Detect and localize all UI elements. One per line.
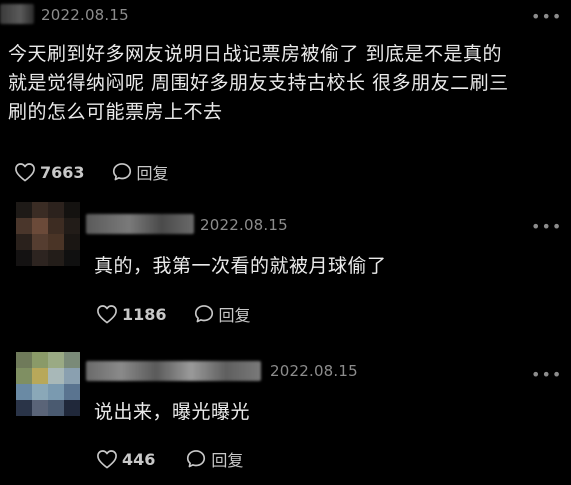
reply-label: 回复 (136, 164, 169, 183)
heart-icon (14, 162, 36, 182)
comment-text: 今天刷到好多网友说明日战记票房被偷了 到底是不是真的 就是觉得纳闷呢 周围好多朋… (8, 40, 568, 127)
reply-button[interactable]: 回复 (111, 160, 169, 184)
comment-date: 2022.08.15 (41, 6, 129, 24)
username-blurred[interactable] (0, 4, 34, 24)
heart-icon (96, 449, 118, 469)
reply-label: 回复 (211, 451, 244, 470)
like-count: 7663 (40, 162, 85, 182)
more-dots-icon[interactable]: ••• (531, 367, 562, 383)
comment-line: 就是觉得纳闷呢 周围好多朋友支持古校长 很多朋友二刷三 (8, 72, 509, 94)
username-blurred[interactable] (86, 361, 261, 381)
reply-actions: 1186 回复 (96, 302, 251, 326)
comment-line: 今天刷到好多网友说明日战记票房被偷了 到底是不是真的 (8, 43, 503, 65)
more-dots-icon[interactable]: ••• (531, 219, 562, 235)
comment-bubble-icon (193, 303, 215, 325)
comment-actions: 7663 回复 (14, 160, 169, 184)
reply-label: 回复 (218, 306, 251, 325)
comment-bubble-icon (185, 448, 207, 470)
reply-actions: 446 回复 (96, 447, 243, 471)
reply-text: 真的，我第一次看的就被月球偷了 (94, 255, 387, 277)
reply-button[interactable]: 回复 (185, 447, 243, 471)
avatar[interactable] (16, 352, 80, 416)
reply-text: 说出来，曝光曝光 (94, 401, 251, 423)
like-button[interactable]: 1186 (96, 304, 167, 324)
heart-icon (96, 304, 118, 324)
more-dots-icon[interactable]: ••• (531, 9, 562, 25)
username-blurred[interactable] (86, 214, 194, 234)
comment-line: 刷的怎么可能票房上不去 (8, 101, 223, 123)
reply-date: 2022.08.15 (270, 362, 358, 380)
comment-bubble-icon (111, 161, 133, 183)
like-count: 1186 (122, 304, 167, 324)
like-count: 446 (122, 449, 156, 469)
reply-button[interactable]: 回复 (193, 302, 251, 326)
avatar[interactable] (16, 202, 80, 266)
reply-date: 2022.08.15 (200, 216, 288, 234)
like-button[interactable]: 7663 (14, 162, 85, 182)
like-button[interactable]: 446 (96, 449, 155, 469)
